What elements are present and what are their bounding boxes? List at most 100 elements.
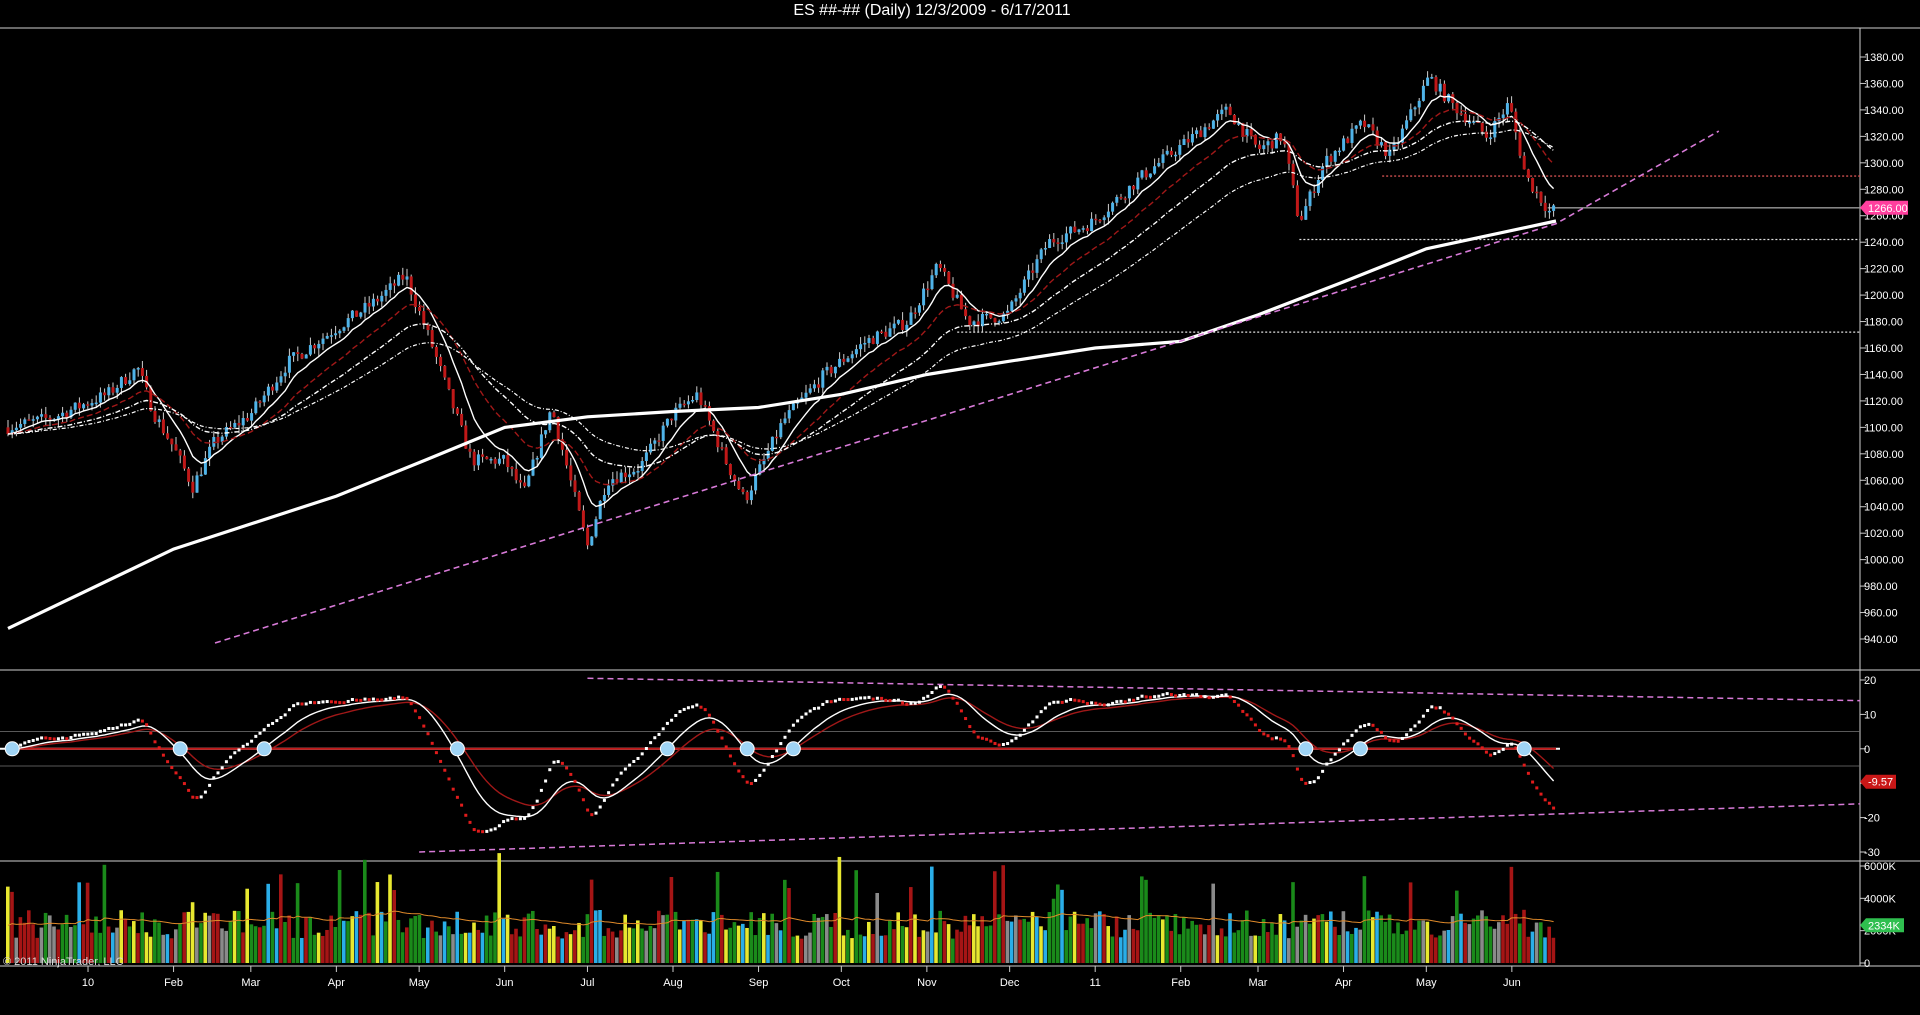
volume-bar bbox=[904, 927, 909, 963]
osc-cross-marker bbox=[739, 741, 755, 757]
panel-borders bbox=[0, 27, 1920, 967]
osc-dot bbox=[1426, 709, 1430, 713]
candle-down bbox=[216, 436, 220, 442]
candle-up bbox=[292, 352, 296, 356]
osc-dot bbox=[1195, 693, 1199, 697]
volume-bar bbox=[1467, 924, 1472, 963]
x-tick-label: Oct bbox=[833, 977, 850, 989]
candle-up bbox=[1195, 130, 1199, 135]
candle-up bbox=[1090, 218, 1094, 232]
osc-dot bbox=[1140, 694, 1144, 698]
osc-dot bbox=[959, 709, 963, 713]
volume-panel[interactable] bbox=[6, 853, 1556, 963]
candle-down bbox=[968, 316, 972, 326]
candle-up bbox=[346, 318, 350, 328]
candle-up bbox=[1043, 248, 1047, 250]
osc-dot bbox=[934, 686, 938, 690]
candle-up bbox=[909, 312, 913, 325]
volume-bar bbox=[1341, 911, 1346, 963]
price-tick-label: 1060.00 bbox=[1864, 475, 1904, 487]
volume-bar bbox=[476, 929, 480, 963]
volume-bar bbox=[1182, 917, 1186, 963]
osc-dot bbox=[649, 741, 653, 745]
candle-up bbox=[199, 474, 203, 477]
candle-down bbox=[1258, 144, 1262, 150]
candle-up bbox=[875, 331, 879, 344]
candle-up bbox=[661, 425, 665, 441]
candle-up bbox=[279, 376, 283, 383]
candle-down bbox=[880, 331, 884, 333]
volume-bar bbox=[1425, 921, 1430, 963]
candle-down bbox=[938, 263, 942, 268]
candle-up bbox=[640, 461, 644, 472]
volume-bar bbox=[144, 932, 149, 963]
volume-bar bbox=[232, 910, 237, 963]
volume-bar bbox=[875, 892, 879, 963]
osc-dot bbox=[611, 783, 615, 787]
osc-dot bbox=[1405, 733, 1409, 737]
osc-dot bbox=[77, 733, 81, 737]
osc-dot bbox=[111, 726, 115, 730]
osc-dot bbox=[913, 701, 917, 705]
volume-bar bbox=[1236, 930, 1241, 963]
osc-dot bbox=[250, 739, 254, 743]
candle-up bbox=[854, 349, 858, 355]
osc-dot bbox=[733, 762, 737, 766]
candle-up bbox=[157, 419, 161, 423]
candle-down bbox=[6, 427, 10, 434]
osc-dot bbox=[258, 731, 262, 735]
volume-bar bbox=[686, 919, 690, 963]
x-tick-label: Jul bbox=[580, 977, 594, 989]
osc-dot bbox=[1375, 728, 1379, 732]
price-tick-label: 1180.00 bbox=[1864, 317, 1903, 329]
osc-dot bbox=[972, 730, 976, 734]
osc-tick-label: -30 bbox=[1864, 847, 1880, 859]
candle-down bbox=[170, 438, 174, 445]
volume-bar bbox=[1329, 911, 1333, 963]
volume-bar bbox=[388, 874, 392, 963]
volume-bar bbox=[459, 933, 464, 963]
osc-dot bbox=[1417, 720, 1421, 724]
volume-bar bbox=[1144, 879, 1148, 963]
osc-dot bbox=[892, 698, 896, 702]
volume-bar bbox=[169, 938, 174, 963]
price-panel[interactable] bbox=[6, 71, 1861, 644]
x-tick-label: Feb bbox=[1171, 977, 1190, 989]
chart-canvas[interactable]: 1380.00 1360.00 1340.00 1320.00 1300.00 1280.… bbox=[0, 0, 1920, 1015]
volume-bar bbox=[1123, 929, 1127, 963]
osc-dot bbox=[1266, 734, 1270, 738]
osc-dot bbox=[829, 700, 833, 704]
osc-dot bbox=[1157, 694, 1161, 698]
candle-up bbox=[1018, 292, 1022, 299]
x-tick-label: May bbox=[1416, 977, 1437, 989]
candle-up bbox=[867, 338, 871, 343]
osc-dot bbox=[1430, 705, 1434, 709]
osc-dot bbox=[619, 771, 623, 775]
osc-dot bbox=[1014, 736, 1018, 740]
candle-up bbox=[82, 404, 86, 409]
candle-up bbox=[985, 313, 989, 316]
candle-down bbox=[623, 472, 627, 478]
volume-bar bbox=[1089, 928, 1094, 963]
volume-bar bbox=[1324, 921, 1329, 963]
volume-bar bbox=[1249, 935, 1253, 963]
oscillator-panel[interactable] bbox=[0, 677, 1861, 853]
volume-bar bbox=[1396, 922, 1400, 963]
osc-dot bbox=[548, 768, 552, 772]
osc-dot bbox=[896, 698, 900, 702]
osc-dot bbox=[371, 697, 375, 701]
candle-up bbox=[544, 430, 548, 435]
candle-up bbox=[754, 474, 758, 491]
candle-up bbox=[997, 321, 1001, 323]
volume-bar bbox=[1085, 918, 1089, 963]
candle-down bbox=[1522, 155, 1526, 170]
osc-dot bbox=[1547, 801, 1551, 805]
osc-dot bbox=[1165, 692, 1169, 696]
osc-dot bbox=[976, 735, 980, 739]
volume-bar bbox=[1417, 920, 1421, 963]
osc-dot bbox=[724, 745, 728, 749]
candle-up bbox=[678, 403, 682, 408]
volume-bar bbox=[337, 869, 342, 963]
candle-down bbox=[77, 402, 81, 409]
osc-dot bbox=[208, 783, 212, 787]
